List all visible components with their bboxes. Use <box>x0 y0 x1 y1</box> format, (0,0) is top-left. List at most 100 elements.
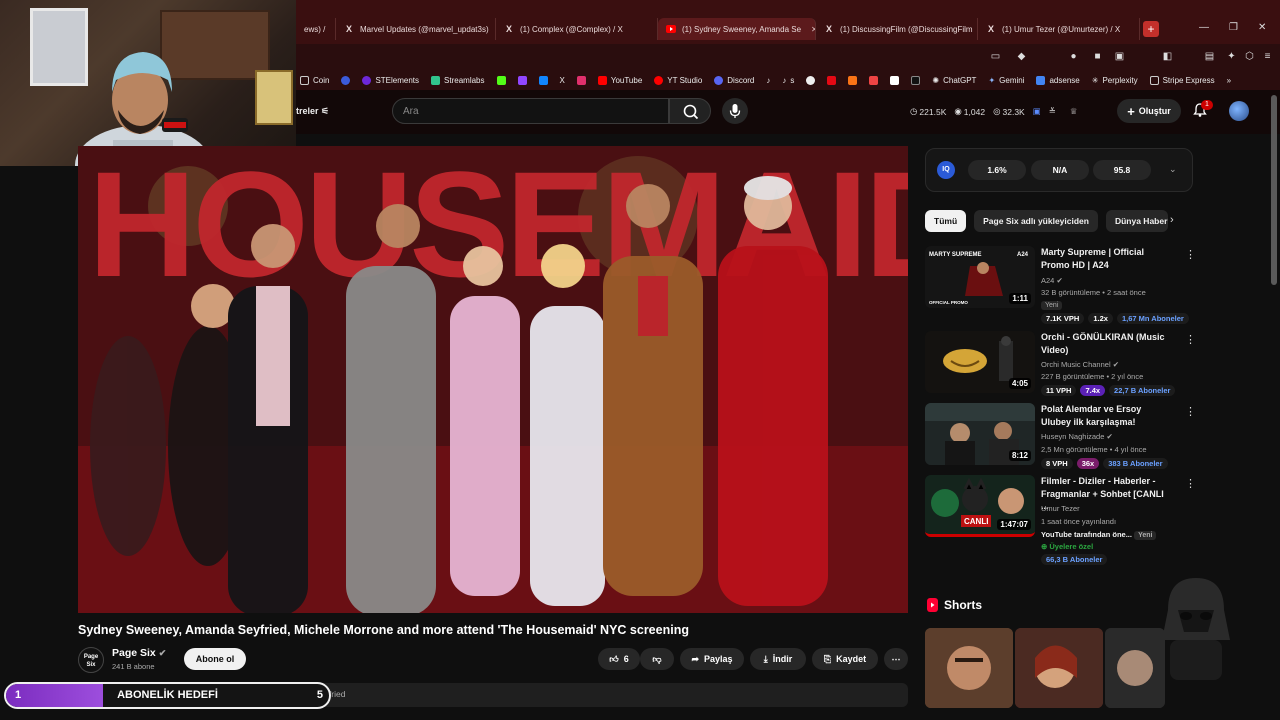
maximize-icon[interactable]: ❐ <box>1229 22 1238 33</box>
channel-name[interactable]: A24 ✔ <box>1041 276 1063 285</box>
bookmark-x[interactable]: X <box>560 76 565 85</box>
scrollbar[interactable] <box>1271 95 1277 285</box>
bookmark-chatgpt[interactable]: ✺ ChatGPT <box>932 76 976 85</box>
like-button[interactable]: 👍︎ 6 <box>598 648 640 670</box>
bookmark-coin[interactable]: Coin <box>300 75 329 85</box>
video-thumbnail[interactable]: 4:05 <box>925 331 1035 393</box>
channel-name[interactable]: Page Six ✔ <box>112 647 166 659</box>
more-icon[interactable]: ⋮ <box>1185 333 1196 346</box>
search-button[interactable] <box>669 98 711 124</box>
chip-all[interactable]: Tümü <box>925 210 967 232</box>
bookmark-yt-studio[interactable]: YT Studio <box>654 75 702 85</box>
bookmark-circle[interactable] <box>806 75 816 85</box>
chip-world-news[interactable]: Dünya Haberleri <box>1105 210 1168 232</box>
bookmark-app[interactable] <box>869 75 879 85</box>
tab-2-label: (1) Complex (@Complex) / X <box>520 24 623 34</box>
bookmark-tiktok-s[interactable]: ♪ s <box>782 76 794 85</box>
tab-3[interactable]: (1) Sydney Sweeney, Amanda Se ✕ <box>658 18 816 40</box>
vidiq-logo[interactable]: IQ <box>937 161 955 179</box>
bookmark-stripe[interactable]: Stripe Express <box>1149 75 1215 85</box>
more-icon[interactable]: ⋮ <box>1185 405 1196 418</box>
chevron-right-icon[interactable]: › <box>1170 214 1174 226</box>
extension-icon[interactable]: ● <box>1068 51 1079 62</box>
bookmark-r[interactable] <box>341 75 351 85</box>
recommendation-item[interactable]: 8:12 Polat Alemdar ve Ersoy Ulubey ilk k… <box>925 403 1196 473</box>
recommendation-item[interactable]: 4:05 Orchi - GÖNÜLKIRAN (Music Video) Or… <box>925 331 1196 401</box>
subscribe-button[interactable]: Abone ol <box>184 648 246 670</box>
bookmark-discord[interactable]: Discord <box>714 75 754 85</box>
video-title[interactable]: Marty Supreme | Official Promo HD | A24 <box>1041 246 1169 271</box>
search-input[interactable]: Ara <box>392 98 669 124</box>
cast-icon[interactable]: ▭ <box>990 51 1001 62</box>
menu-icon[interactable]: ≡ <box>1262 51 1273 62</box>
tab-2[interactable]: X (1) Complex (@Complex) / X <box>496 18 658 40</box>
vpn-icon[interactable]: ⬡ <box>1244 51 1255 62</box>
video-title[interactable]: Polat Alemdar ve Ersoy Ulubey ilk karşıl… <box>1041 403 1169 428</box>
brave-shield-icon[interactable]: ◆ <box>1016 51 1027 62</box>
more-icon[interactable]: ⋮ <box>1185 248 1196 261</box>
bookmark-twitch[interactable] <box>517 75 527 85</box>
tab-1[interactable]: X Marvel Updates (@marvel_updat3s) <box>336 18 496 40</box>
short-thumbnail[interactable] <box>1015 628 1103 708</box>
download-button[interactable]: ⤓ İndir <box>750 648 806 670</box>
vidiq-icon[interactable]: ▣ <box>1033 106 1041 117</box>
new-tab-button[interactable]: + <box>1143 21 1159 37</box>
trophy-icon[interactable]: ♕ <box>1070 106 1078 117</box>
dislike-button[interactable]: 👎︎ <box>640 648 674 670</box>
bookmark-perplexity[interactable]: ✳ Perplexity <box>1092 76 1138 85</box>
circle-icon <box>806 75 816 85</box>
chevron-down-icon[interactable]: ⌄ <box>1169 164 1177 175</box>
extension-icon[interactable]: ▣ <box>1114 51 1125 62</box>
wallet-icon[interactable]: ▤ <box>1204 51 1215 62</box>
close-window-icon[interactable]: ✕ <box>1258 22 1266 33</box>
like-count: 6 <box>623 654 629 664</box>
channel-name[interactable]: Umur Tezer <box>1041 504 1080 513</box>
video-thumbnail[interactable]: 8:12 <box>925 403 1035 465</box>
recommendation-item[interactable]: MARTY SUPREME A24 OFFICIAL PROMO 1:11 Ma… <box>925 246 1196 326</box>
address-bar[interactable]: ▭ ◆ ● ■ ▣ ◧ ▤ ✦ ⬡ ≡ <box>296 44 1280 70</box>
bookmark-netflix[interactable] <box>827 75 837 85</box>
sort-icon[interactable]: ≚ <box>1049 106 1056 117</box>
create-button[interactable]: + Oluştur <box>1117 99 1181 123</box>
voice-search-button[interactable] <box>722 98 748 124</box>
bookmark-bluesky[interactable] <box>538 75 548 85</box>
more-actions-button[interactable]: ⋯ <box>884 648 908 670</box>
extension-icon[interactable]: ◧ <box>1162 51 1173 62</box>
bookmark-app[interactable] <box>848 75 858 85</box>
short-art <box>925 628 1013 708</box>
bookmarks-more[interactable]: » <box>1227 76 1231 85</box>
bookmark-instagram[interactable] <box>576 75 586 85</box>
extension-icon[interactable]: ■ <box>1092 51 1103 62</box>
channel-name[interactable]: Huseyn Naghizade ✔ <box>1041 432 1113 441</box>
bookmark-app[interactable] <box>911 75 921 85</box>
bookmark-kick[interactable] <box>496 75 506 85</box>
tab-0[interactable]: ews) / <box>296 18 336 40</box>
chip-from-uploader[interactable]: Page Six adlı yükleyiciden <box>974 210 1098 232</box>
goal-end: 5 <box>316 689 323 701</box>
bookmark-stelements[interactable]: STElements <box>362 75 419 85</box>
bookmark-streamlabs[interactable]: Streamlabs <box>431 75 485 85</box>
short-thumbnail[interactable] <box>925 628 1013 708</box>
save-button[interactable]: ⎘ Kaydet <box>812 648 878 670</box>
bookmark-gemini[interactable]: ✦ Gemini <box>988 76 1024 85</box>
video-title[interactable]: Orchi - GÖNÜLKIRAN (Music Video) <box>1041 331 1169 356</box>
video-thumbnail[interactable]: MARTY SUPREME A24 OFFICIAL PROMO 1:11 <box>925 246 1035 308</box>
avatar[interactable] <box>1229 101 1249 121</box>
tab-4[interactable]: X (1) DiscussingFilm (@DiscussingFilm <box>816 18 978 40</box>
ai-icon[interactable]: ✦ <box>1226 51 1237 62</box>
bookmark-app[interactable] <box>890 75 900 85</box>
channel-avatar[interactable]: Page Six <box>78 647 104 673</box>
recommendation-item[interactable]: CANLI 1:47:07 Filmler - Diziler - Haberl… <box>925 475 1196 570</box>
more-icon[interactable]: ⋮ <box>1185 477 1196 490</box>
bookmark-adsense[interactable]: adsense <box>1036 75 1080 85</box>
video-thumbnail[interactable]: CANLI 1:47:07 <box>925 475 1035 537</box>
filters-button[interactable]: treler ⚟ <box>296 106 329 117</box>
minimize-icon[interactable]: — <box>1199 22 1209 33</box>
tab-5[interactable]: X (1) Umur Tezer (@Umurtezer) / X <box>978 18 1140 40</box>
bookmark-youtube[interactable]: YouTube <box>597 75 642 85</box>
share-button[interactable]: ➦ Paylaş <box>680 648 744 670</box>
bookmark-tiktok[interactable]: ♪ <box>766 76 770 85</box>
video-meta: 2,5 Mn görüntüleme • 4 yıl önce <box>1041 445 1147 454</box>
video-player[interactable]: HOUSEMAID <box>78 146 908 613</box>
channel-name[interactable]: Orchi Music Channel ✔ <box>1041 360 1119 369</box>
